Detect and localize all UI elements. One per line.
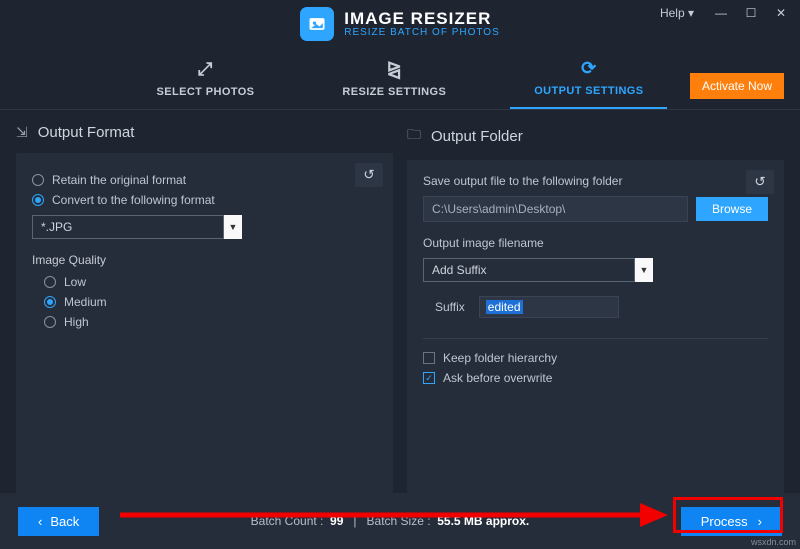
- refresh-icon: ⟳: [581, 58, 596, 79]
- titlebar: IMAGE RESIZER RESIZE BATCH OF PHOTOS Hel…: [0, 0, 800, 48]
- tab-resize-settings[interactable]: ⧎ RESIZE SETTINGS: [318, 48, 470, 109]
- radio-icon: [44, 316, 56, 328]
- convert-format-radio[interactable]: Convert to the following format: [32, 193, 377, 207]
- radio-label: Retain the original format: [52, 173, 186, 187]
- output-path-input[interactable]: C:\Users\admin\Desktop\: [423, 196, 688, 222]
- activate-button[interactable]: Activate Now: [690, 73, 784, 99]
- process-label: Process: [701, 514, 748, 529]
- batch-size-label: Batch Size :: [367, 514, 431, 528]
- chevron-left-icon: ‹: [38, 514, 42, 529]
- app-logo-icon: [300, 7, 334, 41]
- close-button[interactable]: ✕: [768, 2, 794, 24]
- filename-mode-value: Add Suffix: [423, 258, 635, 282]
- batch-count-value: 99: [330, 514, 343, 528]
- app-title: IMAGE RESIZER: [344, 10, 500, 28]
- tab-output-settings[interactable]: ⟳ OUTPUT SETTINGS: [510, 48, 667, 109]
- tab-bar: ⤢ SELECT PHOTOS ⧎ RESIZE SETTINGS ⟳ OUTP…: [0, 48, 800, 110]
- radio-icon: [44, 276, 56, 288]
- quality-low-radio[interactable]: Low: [44, 275, 377, 289]
- tab-label: SELECT PHOTOS: [157, 86, 255, 98]
- checkbox-label: Keep folder hierarchy: [443, 351, 557, 365]
- filename-mode-select[interactable]: Add Suffix ▼: [423, 258, 653, 282]
- back-label: Back: [50, 514, 79, 529]
- back-button[interactable]: ‹ Back: [18, 507, 99, 536]
- quality-high-radio[interactable]: High: [44, 315, 377, 329]
- radio-label: High: [64, 315, 89, 329]
- format-value: *.JPG: [32, 215, 224, 239]
- suffix-input[interactable]: edited: [479, 296, 619, 318]
- app-subtitle: RESIZE BATCH OF PHOTOS: [344, 28, 500, 39]
- quality-medium-radio[interactable]: Medium: [44, 295, 377, 309]
- checkbox-icon: [423, 352, 435, 364]
- divider: [423, 338, 768, 339]
- quality-label: Image Quality: [32, 253, 377, 267]
- retain-format-radio[interactable]: Retain the original format: [32, 173, 377, 187]
- radio-icon: [32, 174, 44, 186]
- help-menu[interactable]: Help ▾: [660, 6, 694, 20]
- process-button[interactable]: Process ›: [681, 507, 782, 536]
- checkbox-label: Ask before overwrite: [443, 371, 552, 385]
- batch-size-value: 55.5 MB approx.: [437, 514, 529, 528]
- expand-icon: ⤢: [198, 59, 213, 80]
- chevron-right-icon: ›: [758, 514, 762, 529]
- tab-label: OUTPUT SETTINGS: [534, 85, 643, 97]
- panel-title: Output Format: [38, 124, 135, 141]
- radio-icon: [44, 296, 56, 308]
- main-area: ⇲ Output Format ↺ Retain the original fo…: [0, 110, 800, 500]
- watermark: wsxdn.com: [751, 537, 796, 547]
- maximize-button[interactable]: ☐: [738, 2, 764, 24]
- mirror-icon: ⧎: [387, 59, 402, 80]
- tab-label: RESIZE SETTINGS: [342, 86, 446, 98]
- panel-title: Output Folder: [431, 128, 523, 145]
- filename-label: Output image filename: [423, 236, 768, 250]
- radio-icon: [32, 194, 44, 206]
- radio-label: Low: [64, 275, 86, 289]
- radio-label: Convert to the following format: [52, 193, 215, 207]
- save-folder-label: Save output file to the following folder: [423, 174, 768, 188]
- minimize-button[interactable]: —: [708, 2, 734, 24]
- output-folder-panel: 🗀 Output Folder ↺ Save output file to th…: [407, 124, 784, 500]
- checkbox-icon: ✓: [423, 372, 435, 384]
- ask-overwrite-checkbox[interactable]: ✓ Ask before overwrite: [423, 371, 768, 385]
- format-select[interactable]: *.JPG ▼: [32, 215, 242, 239]
- batch-count-label: Batch Count :: [251, 514, 324, 528]
- keep-hierarchy-checkbox[interactable]: Keep folder hierarchy: [423, 351, 768, 365]
- app-logo: IMAGE RESIZER RESIZE BATCH OF PHOTOS: [300, 7, 500, 41]
- suffix-label: Suffix: [435, 300, 465, 314]
- chevron-down-icon[interactable]: ▼: [635, 258, 653, 282]
- reset-folder-button[interactable]: ↺: [746, 170, 774, 194]
- folder-icon: 🗀: [407, 124, 421, 148]
- window-controls: Help ▾ — ☐ ✕: [660, 2, 794, 24]
- chevron-down-icon[interactable]: ▼: [224, 215, 242, 239]
- radio-label: Medium: [64, 295, 107, 309]
- tab-select-photos[interactable]: ⤢ SELECT PHOTOS: [133, 48, 279, 109]
- suffix-value: edited: [486, 300, 523, 314]
- browse-button[interactable]: Browse: [696, 197, 768, 221]
- export-icon: ⇲: [16, 124, 28, 141]
- batch-info: Batch Count : 99 | Batch Size : 55.5 MB …: [99, 514, 680, 528]
- reset-format-button[interactable]: ↺: [355, 163, 383, 187]
- footer-bar: ‹ Back Batch Count : 99 | Batch Size : 5…: [0, 493, 800, 549]
- output-format-panel: ⇲ Output Format ↺ Retain the original fo…: [16, 124, 393, 500]
